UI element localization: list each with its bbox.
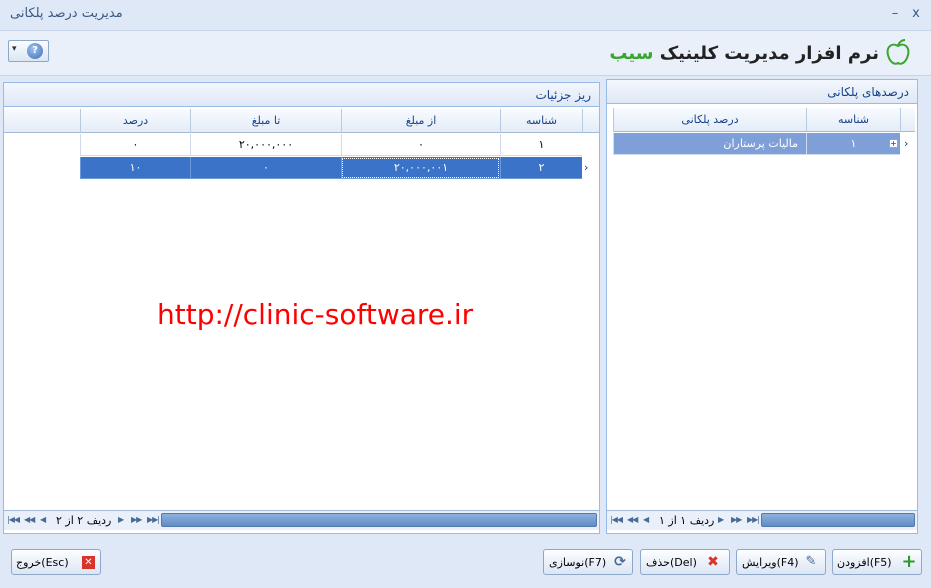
- column-header-step-percent[interactable]: درصد پلکانی: [613, 108, 806, 132]
- horizontal-scrollbar[interactable]: [161, 513, 597, 527]
- help-icon: ?: [27, 43, 43, 59]
- percentages-record-navigator: |◀◀ ◀◀ ◀ ردیف ۱ از ۱ ▶ ▶▶ ▶▶|: [607, 510, 917, 530]
- close-button[interactable]: x: [909, 6, 923, 21]
- first-record-icon[interactable]: |◀◀: [7, 515, 20, 524]
- next-page-icon[interactable]: ▶▶: [131, 515, 142, 524]
- cell-id[interactable]: ۱: [806, 133, 900, 155]
- window-title: مدیریت درصد پلکانی: [10, 6, 123, 21]
- add-button[interactable]: افزودن(F5) +: [832, 549, 922, 575]
- cell-percent[interactable]: ۰: [80, 134, 190, 156]
- website-watermark: http://clinic-software.ir: [157, 298, 474, 331]
- logo-text-main: نرم افزار مدیریت کلینیک: [653, 43, 879, 64]
- delete-icon: ✖: [707, 554, 719, 570]
- header-bar: ▾ ? نرم افزار مدیریت کلینیک سیب: [0, 30, 931, 76]
- delete-button-label: حذف(Del): [646, 556, 697, 569]
- last-record-icon[interactable]: ▶▶|: [747, 515, 760, 524]
- column-header-id[interactable]: شناسه: [500, 109, 582, 133]
- refresh-button[interactable]: نوسازی(F7) ⟳: [543, 549, 633, 575]
- cell-step-percent[interactable]: مالیات پرستاران: [613, 133, 806, 155]
- chevron-down-icon: ▾: [12, 44, 17, 54]
- record-position-text: ردیف ۱ از ۱: [659, 514, 715, 527]
- next-record-icon[interactable]: ▶: [718, 515, 724, 524]
- delete-button[interactable]: حذف(Del) ✖: [640, 549, 730, 575]
- cell-to-amount[interactable]: ۲۰,۰۰۰,۰۰۰: [190, 134, 341, 156]
- expand-icon[interactable]: +: [889, 139, 898, 148]
- horizontal-scrollbar[interactable]: [761, 513, 915, 527]
- title-bar: مدیریت درصد پلکانی – x: [0, 0, 931, 30]
- details-panel-title: ریز جزئیات: [535, 88, 591, 102]
- next-record-icon[interactable]: ▶: [118, 515, 124, 524]
- percentages-grid-header: درصد پلکانی شناسه: [613, 108, 915, 132]
- details-record-navigator: |◀◀ ◀◀ ◀ ردیف ۲ از ۲ ▶ ▶▶ ▶▶|: [4, 510, 599, 530]
- percentages-panel-title: درصدهای پلکانی: [827, 85, 909, 99]
- app-logo: نرم افزار مدیریت کلینیک سیب: [609, 33, 913, 73]
- prev-page-icon[interactable]: ◀◀: [24, 515, 35, 524]
- row-pointer-icon: ›: [904, 137, 909, 150]
- add-icon: +: [901, 551, 917, 572]
- next-page-icon[interactable]: ▶▶: [731, 515, 742, 524]
- cell-percent[interactable]: ۱۰: [80, 157, 190, 179]
- minimize-button[interactable]: –: [888, 6, 902, 21]
- cell-from-amount[interactable]: ۲۰,۰۰۰,۰۰۱: [341, 157, 500, 179]
- refresh-icon: ⟳: [614, 554, 626, 570]
- exit-button[interactable]: خروج(Esc) ✕: [11, 549, 101, 575]
- row-indicator-header: [582, 109, 599, 133]
- details-grid-header: درصد تا مبلغ از مبلغ شناسه: [4, 109, 599, 133]
- edit-button-label: ویرایش(F4): [742, 556, 799, 569]
- cell-id[interactable]: ۱: [500, 134, 582, 156]
- logo-text-brand: سیب: [609, 43, 654, 64]
- exit-button-label: خروج(Esc): [16, 556, 69, 569]
- record-position-text: ردیف ۲ از ۲: [56, 514, 112, 527]
- column-header-to-amount[interactable]: تا مبلغ: [190, 109, 341, 133]
- column-header-percent[interactable]: درصد: [80, 109, 190, 133]
- close-icon: ✕: [82, 556, 95, 569]
- apple-logo-icon: [886, 39, 910, 65]
- prev-page-icon[interactable]: ◀◀: [627, 515, 638, 524]
- last-record-icon[interactable]: ▶▶|: [147, 515, 160, 524]
- percentages-panel-header: درصدهای پلکانی: [607, 80, 917, 104]
- details-panel-header: ریز جزئیات: [4, 83, 599, 107]
- percentages-panel: درصدهای پلکانی درصد پلکانی شناسه مالیات …: [606, 79, 918, 534]
- prev-record-icon[interactable]: ◀: [40, 515, 46, 524]
- cell-to-amount[interactable]: ۰: [190, 157, 341, 179]
- add-button-label: افزودن(F5): [837, 556, 892, 569]
- logo-text: نرم افزار مدیریت کلینیک سیب: [609, 43, 879, 64]
- row-pointer-icon: ›: [584, 161, 589, 174]
- column-header-id[interactable]: شناسه: [806, 108, 900, 132]
- edit-icon: ✎: [805, 554, 817, 569]
- refresh-button-label: نوسازی(F7): [549, 556, 607, 569]
- cell-id[interactable]: ۲: [500, 157, 582, 179]
- help-button[interactable]: ▾ ?: [8, 40, 49, 62]
- prev-record-icon[interactable]: ◀: [643, 515, 649, 524]
- cell-from-amount[interactable]: ۰: [341, 134, 500, 156]
- first-record-icon[interactable]: |◀◀: [610, 515, 623, 524]
- column-header-from-amount[interactable]: از مبلغ: [341, 109, 500, 133]
- row-indicator-header: [900, 108, 915, 132]
- edit-button[interactable]: ویرایش(F4) ✎: [736, 549, 826, 575]
